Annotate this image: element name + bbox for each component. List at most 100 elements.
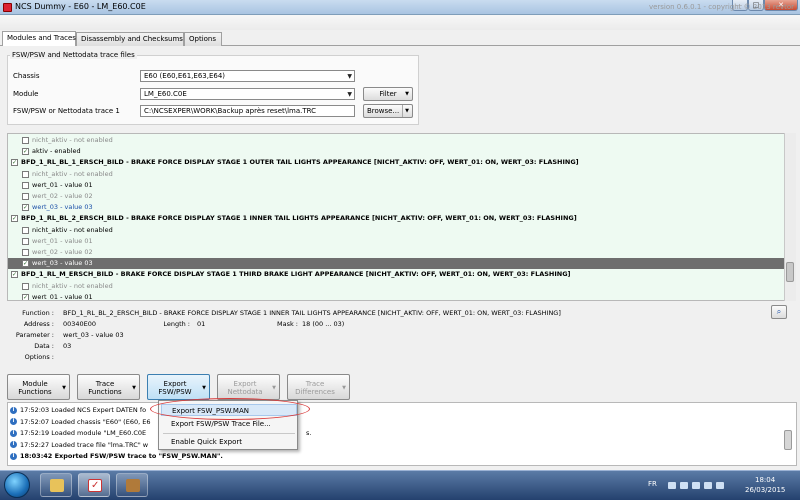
tray-icon[interactable] xyxy=(692,482,700,489)
label-line-1: Trace xyxy=(95,380,115,388)
export-nettodata-button[interactable]: Export Nettodata ▼ xyxy=(217,374,280,400)
menu-item-export-fsw-psw-man[interactable]: Export FSW_PSW.MAN xyxy=(161,404,297,416)
tree-value-row[interactable]: wert_01 - value 01 xyxy=(8,236,784,247)
checkbox[interactable] xyxy=(22,249,29,256)
log-text: 17:52:07 Loaded chassis "E60" (E60, E6 xyxy=(20,417,151,426)
checkbox[interactable]: ✓ xyxy=(11,159,18,167)
label-line-2: Nettodata xyxy=(227,388,263,396)
tree-scroll-thumb[interactable] xyxy=(786,262,794,282)
checkbox[interactable] xyxy=(22,193,29,200)
tree-row-text: BFD_1_RL_BL_2_ERSCH_BILD - BRAKE FORCE D… xyxy=(21,214,577,223)
length-label: Length : xyxy=(163,320,190,328)
start-button[interactable] xyxy=(4,472,30,498)
volume-icon[interactable] xyxy=(716,482,724,489)
tab-disassembly-and-checksums[interactable]: Disassembly and Checksums xyxy=(76,32,184,46)
tree-value-row[interactable]: wert_02 - value 02 xyxy=(8,191,784,202)
chevron-down-icon: ▼ xyxy=(405,91,409,97)
label-line-1: Export xyxy=(163,380,187,388)
checkbox[interactable]: ✓ xyxy=(22,293,29,300)
tray-icon[interactable] xyxy=(680,482,688,489)
tree-value-row[interactable]: ✓ wert_03 - value 03 xyxy=(8,258,784,270)
address-value: 00340E00 xyxy=(63,320,97,328)
tree-value-row[interactable]: nicht_aktiv - not enabled xyxy=(8,225,784,236)
clock-time[interactable]: 18:04 xyxy=(755,476,775,484)
tree-row-text: wert_03 - value 03 xyxy=(32,203,93,212)
checkbox[interactable]: ✓ xyxy=(11,215,18,223)
checkbox[interactable] xyxy=(22,226,29,234)
trace-path-field[interactable]: C:\NCSEXPER\WORK\Backup après reset\lma.… xyxy=(140,105,355,117)
tree-row-text: BFD_1_RL_BL_1_ERSCH_BILD - BRAKE FORCE D… xyxy=(21,158,579,167)
tab-options[interactable]: Options xyxy=(184,32,222,46)
tree-value-row[interactable]: wert_02 - value 02 xyxy=(8,247,784,258)
checkbox[interactable] xyxy=(22,170,29,178)
language-indicator[interactable]: FR xyxy=(648,480,657,488)
search-icon[interactable]: ⌕ xyxy=(771,305,787,319)
checkbox[interactable] xyxy=(22,282,29,290)
module-select[interactable]: LM_E60.C0E ▼ xyxy=(140,88,355,100)
taskbar-explorer[interactable] xyxy=(40,473,72,497)
tree-row-text: nicht_aktiv - not enabled xyxy=(32,281,113,290)
module-functions-button[interactable]: Module Functions ▼ xyxy=(7,374,70,400)
tree-value-row[interactable]: nicht_aktiv - not enabled xyxy=(8,135,784,146)
label-line-1: Export xyxy=(233,380,257,388)
tree-function-row[interactable]: ✓ BFD_1_RL_M_ERSCH_BILD - BRAKE FORCE DIS… xyxy=(8,269,784,280)
export-menu: Export FSW_PSW.MAN Export FSW/PSW Trace … xyxy=(158,400,298,450)
tree-row-text: wert_02 - value 02 xyxy=(32,248,93,256)
export-fsw-psw-button[interactable]: Export FSW/PSW ▼ xyxy=(147,374,210,400)
checkbox[interactable]: ✓ xyxy=(22,204,29,212)
taskbar-ncs-dummy[interactable]: ✓ xyxy=(78,473,110,497)
checkbox[interactable] xyxy=(22,237,29,245)
taskbar-app[interactable] xyxy=(116,473,148,497)
chevron-down-icon: ▼ xyxy=(347,73,352,80)
menu-item-export-trace-file[interactable]: Export FSW/PSW Trace File... xyxy=(161,418,297,430)
tree-value-row[interactable]: ✓ wert_01 - value 01 xyxy=(8,292,784,301)
tree-function-row[interactable]: ✓ BFD_1_RL_BL_2_ERSCH_BILD - BRAKE FORCE … xyxy=(8,213,784,224)
checkmark-icon: ✓ xyxy=(88,479,102,492)
mask-label: Mask : xyxy=(277,320,298,328)
toolbar-button-label: Trace Differences xyxy=(290,380,340,396)
chassis-select[interactable]: E60 (E60,E61,E63,E64) ▼ xyxy=(140,70,355,82)
trace-tree[interactable]: nicht_aktiv - not enabled ✓ aktiv - enable… xyxy=(7,133,792,301)
tree-value-row[interactable]: nicht_aktiv - not enabled xyxy=(8,281,784,292)
log-text: 18:03:42 Exported FSW/PSW trace to "FSW_… xyxy=(20,452,223,460)
data-label: Data : xyxy=(34,342,54,350)
info-icon: i xyxy=(10,452,17,460)
tab-modules-and-traces[interactable]: Modules and Traces xyxy=(2,31,76,46)
checkbox[interactable] xyxy=(22,181,29,189)
chassis-label: Chassis xyxy=(13,72,40,80)
folder-icon xyxy=(50,479,64,492)
clock-date[interactable]: 26/03/2015 xyxy=(745,486,785,494)
filter-button[interactable]: Filter ▼ xyxy=(363,87,413,101)
browse-button[interactable]: Browse... ▼ xyxy=(363,104,413,118)
tree-value-row[interactable]: nicht_aktiv - not enabled xyxy=(8,169,784,180)
trace-differences-button[interactable]: Trace Differences ▼ xyxy=(287,374,350,400)
log-scroll-thumb[interactable] xyxy=(784,430,792,450)
network-icon[interactable] xyxy=(704,482,712,489)
tree-value-row[interactable]: ✓ aktiv - enabled xyxy=(8,146,784,157)
options-label: Options : xyxy=(24,353,54,361)
trace-label: FSW/PSW or Nettodata trace 1 xyxy=(13,107,120,115)
parameter-value: wert_03 - value 03 xyxy=(63,331,124,339)
tree-value-row[interactable]: wert_01 - value 01 xyxy=(8,180,784,191)
menu-item-enable-quick-export[interactable]: Enable Quick Export xyxy=(161,436,297,448)
checkbox[interactable]: ✓ xyxy=(11,271,18,279)
chevron-down-icon: ▼ xyxy=(342,385,346,391)
trace-functions-button[interactable]: Trace Functions ▼ xyxy=(77,374,140,400)
version-text: version 0.6.0.1 - copyright © 2013 revto… xyxy=(648,3,794,11)
tree-row-text: wert_01 - value 01 xyxy=(32,292,93,301)
filter-label: Filter xyxy=(379,90,397,98)
log-text: 17:52:03 Loaded NCS Expert DATEN fo xyxy=(20,406,147,414)
tray-icon[interactable] xyxy=(668,482,676,489)
length-value: 01 xyxy=(197,320,206,328)
checkbox[interactable]: ✓ xyxy=(22,148,29,156)
function-label: Function : xyxy=(22,309,54,317)
checkbox[interactable]: ✓ xyxy=(22,260,29,268)
version-strip xyxy=(0,15,800,30)
log-entry: i 17:52:07 Loaded chassis "E60" (E60, E6 xyxy=(10,417,150,427)
menu-separator xyxy=(163,433,295,434)
checkbox[interactable] xyxy=(22,137,29,144)
tree-value-row[interactable]: ✓ wert_03 - value 03 xyxy=(8,202,784,213)
tree-function-row[interactable]: ✓ BFD_1_RL_BL_1_ERSCH_BILD - BRAKE FORCE … xyxy=(8,157,784,168)
info-icon: i xyxy=(10,418,17,425)
log-panel[interactable]: i 17:52:03 Loaded NCS Expert DATEN fo i 17:… xyxy=(7,402,797,466)
